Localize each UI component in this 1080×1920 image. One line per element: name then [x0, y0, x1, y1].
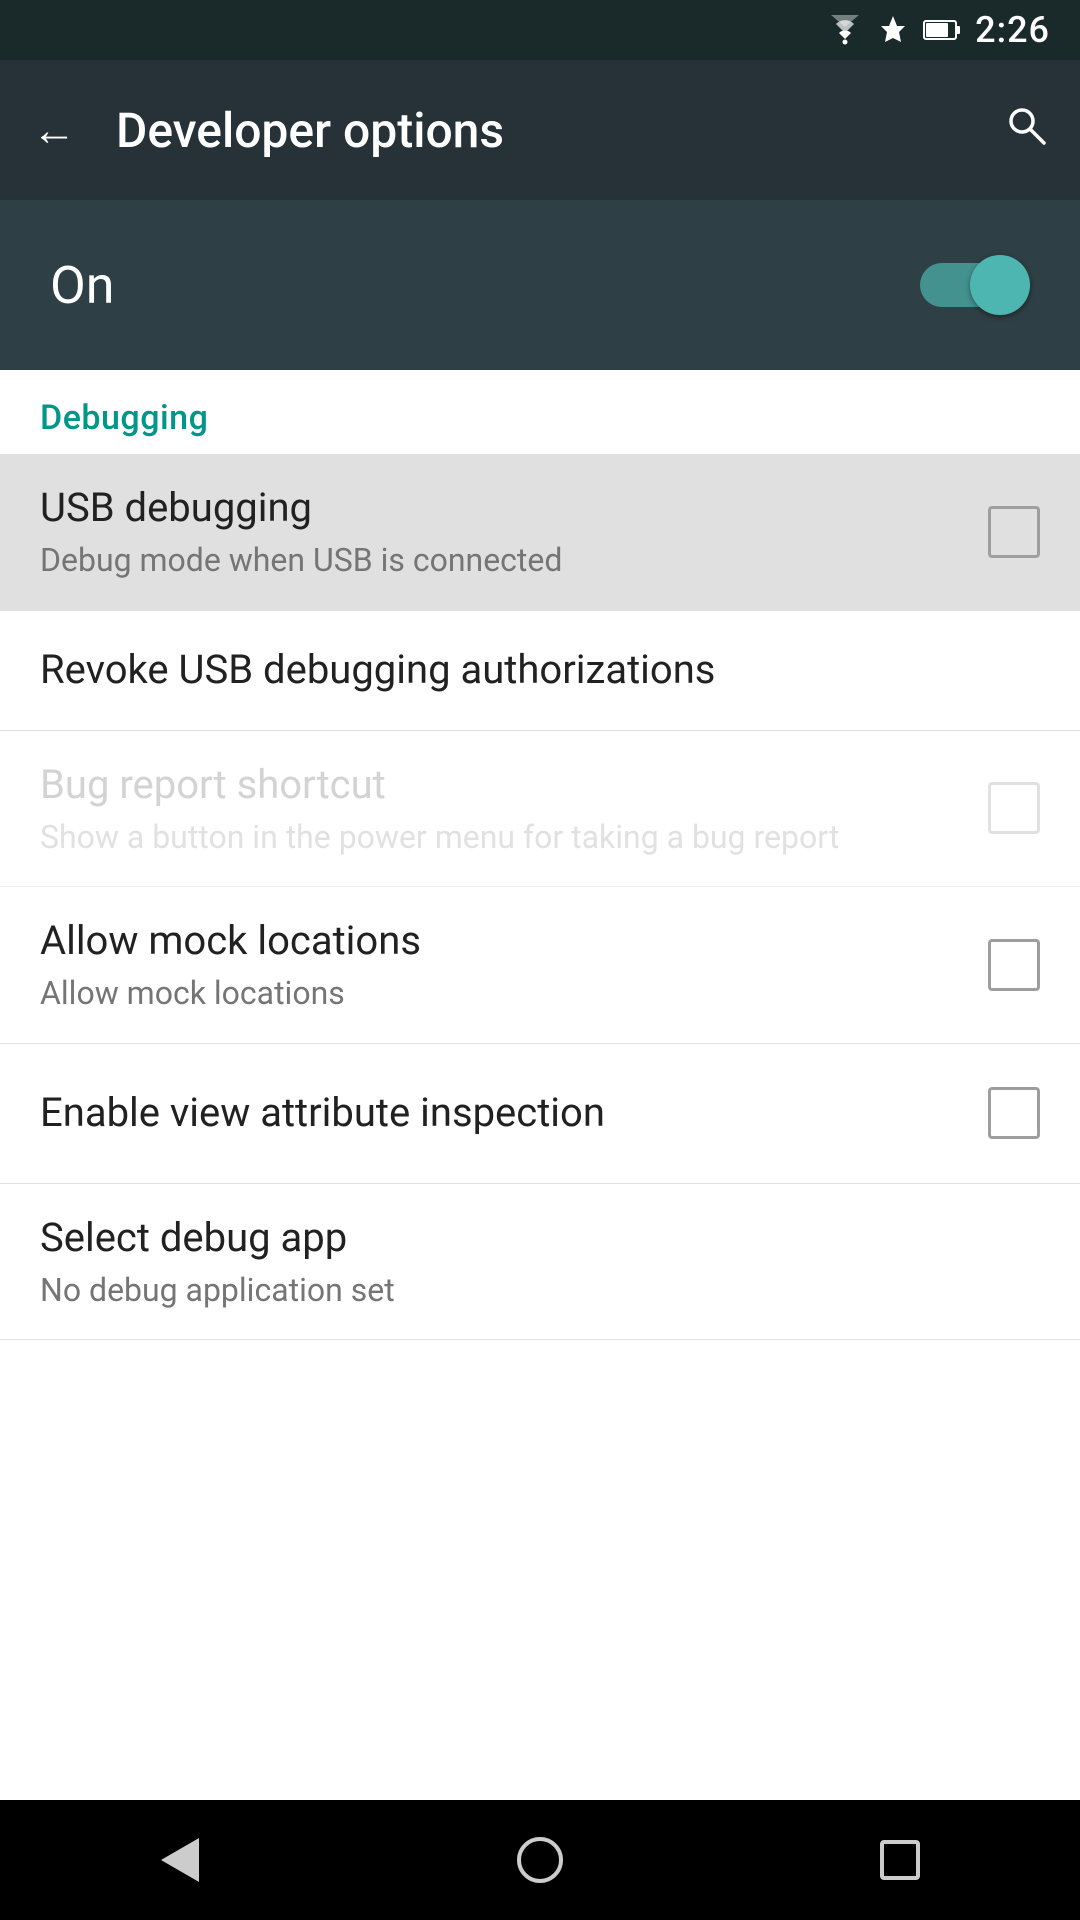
usb-debugging-title: USB debugging: [40, 482, 968, 534]
bug-report-text: Bug report shortcut Show a button in the…: [40, 759, 968, 859]
on-toggle-section[interactable]: On: [0, 200, 1080, 370]
mock-locations-item[interactable]: Allow mock locations Allow mock location…: [0, 887, 1080, 1044]
airplane-icon: [877, 14, 909, 46]
view-attribute-checkbox[interactable]: [988, 1087, 1040, 1139]
bug-report-title: Bug report shortcut: [40, 759, 968, 811]
status-time: 2:26: [975, 9, 1050, 51]
back-button[interactable]: ←: [32, 108, 76, 152]
usb-debugging-text: USB debugging Debug mode when USB is con…: [40, 482, 968, 582]
content-area: Debugging USB debugging Debug mode when …: [0, 370, 1080, 1460]
nav-back-button[interactable]: [140, 1830, 220, 1890]
nav-recents-button[interactable]: [860, 1830, 940, 1890]
developer-options-toggle[interactable]: [920, 255, 1030, 315]
debug-app-item[interactable]: Select debug app No debug application se…: [0, 1184, 1080, 1341]
revoke-usb-title: Revoke USB debugging authorizations: [40, 644, 1040, 696]
battery-icon: [923, 17, 961, 43]
mock-locations-checkbox[interactable]: [988, 939, 1040, 991]
usb-debugging-item[interactable]: USB debugging Debug mode when USB is con…: [0, 454, 1080, 611]
search-button[interactable]: [1004, 103, 1048, 158]
revoke-usb-text: Revoke USB debugging authorizations: [40, 644, 1040, 696]
toggle-thumb: [970, 255, 1030, 315]
mock-locations-title: Allow mock locations: [40, 915, 968, 967]
status-icons: 2:26: [827, 9, 1050, 51]
view-attribute-item[interactable]: Enable view attribute inspection: [0, 1044, 1080, 1184]
debugging-section-header: Debugging: [0, 370, 1080, 454]
debugging-label: Debugging: [40, 398, 208, 438]
view-attribute-title: Enable view attribute inspection: [40, 1087, 968, 1139]
bug-report-subtitle: Show a button in the power menu for taki…: [40, 817, 968, 859]
view-attribute-text: Enable view attribute inspection: [40, 1087, 968, 1139]
bug-report-checkbox: [988, 782, 1040, 834]
back-nav-icon: [161, 1838, 199, 1882]
usb-debugging-checkbox[interactable]: [988, 506, 1040, 558]
home-nav-icon: [517, 1837, 563, 1883]
on-label: On: [50, 255, 115, 316]
app-bar: ← Developer options: [0, 60, 1080, 200]
debug-app-subtitle: No debug application set: [40, 1270, 1040, 1312]
nav-bar: [0, 1800, 1080, 1920]
revoke-usb-item[interactable]: Revoke USB debugging authorizations: [0, 611, 1080, 731]
bug-report-item: Bug report shortcut Show a button in the…: [0, 731, 1080, 888]
mock-locations-subtitle: Allow mock locations: [40, 973, 968, 1015]
usb-debugging-subtitle: Debug mode when USB is connected: [40, 540, 968, 582]
page-title: Developer options: [116, 102, 964, 159]
debug-app-title: Select debug app: [40, 1212, 1040, 1264]
nav-home-button[interactable]: [500, 1830, 580, 1890]
recents-nav-icon: [880, 1840, 920, 1880]
wifi-icon: [827, 15, 863, 45]
status-bar: 2:26: [0, 0, 1080, 60]
mock-locations-text: Allow mock locations Allow mock location…: [40, 915, 968, 1015]
debug-app-text: Select debug app No debug application se…: [40, 1212, 1040, 1312]
